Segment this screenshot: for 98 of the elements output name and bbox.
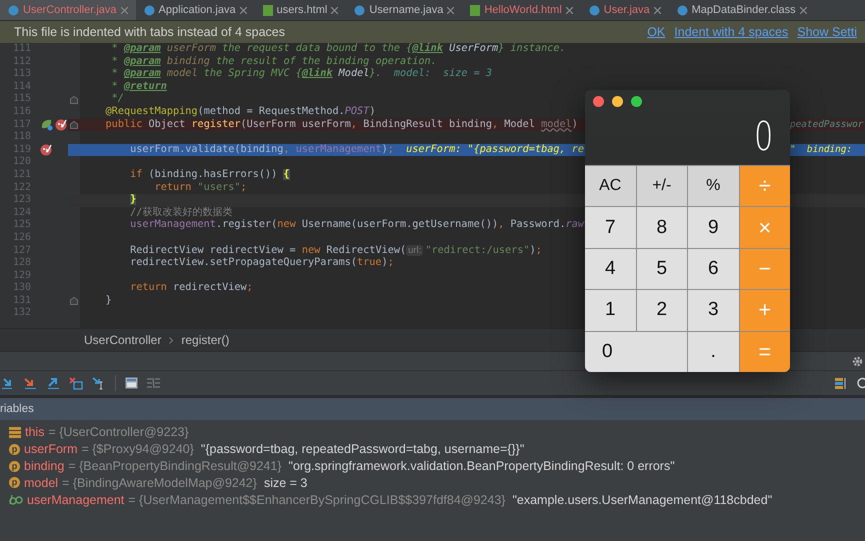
close-icon[interactable] [240,6,247,14]
variable-name[interactable]: userManagement [27,492,124,507]
close-icon[interactable] [800,6,807,14]
code-line: * @param userForm the request data bound to the {@link UserForm} instance. [110,43,566,54]
calculator-key[interactable]: % [688,166,738,206]
variable-type: = {UserManagement$$EnhancerBySpringCGLIB$$397fdf84@9243} [128,492,506,507]
class-icon [354,4,366,16]
variable-type: = {BindingAwareModelMap@9242} [62,476,257,490]
panel-title[interactable]: riables [0,403,34,416]
list-icon[interactable] [147,377,160,390]
editor-tab[interactable]: HelloWorld.html [462,0,581,20]
calculator-key[interactable]: 4 [585,248,636,290]
calculator-icon[interactable] [125,377,138,390]
notification-link[interactable]: OK [647,25,666,39]
breakpoint-icon[interactable] [40,144,52,156]
close-icon[interactable] [654,6,661,14]
class-icon [144,4,155,16]
variable-type: = {UserController@9223} [48,425,189,440]
fold-icon[interactable] [70,96,78,104]
parameter-badge: p [9,444,20,455]
editor-tab[interactable]: users.html [254,0,346,20]
class-icon [676,4,688,16]
arrow-down-icon[interactable] [23,377,37,390]
notification-link[interactable]: Indent with 4 spaces [674,25,788,39]
code-line: */ [110,93,124,104]
fields-icon [9,426,21,438]
inline-value-hint: " binding: [790,144,854,156]
code-line: if (binding.hasErrors()) { [129,168,290,180]
variable-type: = {BeanPropertyBindingResult@9241} [68,459,282,474]
editor-tab[interactable]: User.java [580,0,669,20]
code-line: * @return [110,80,167,92]
arrow-down-icon[interactable] [2,377,14,390]
code-line: userForm.validate(binding, userManagement); userForm: "{password=tbag, re [129,144,584,155]
variable-name[interactable]: this [25,425,44,440]
window-close-button[interactable] [593,96,604,107]
class-icon [8,4,19,16]
variable-value: size = 3 [264,476,308,490]
breadcrumb-item[interactable]: register() [181,333,230,348]
fold-icon[interactable] [70,297,78,306]
code-line: } [104,294,112,306]
calculator-key[interactable]: 7 [585,207,636,248]
calculator-key[interactable]: +/- [636,166,687,206]
breakpoint-icon[interactable] [55,118,67,131]
fold-icon[interactable] [70,120,78,129]
arrow-up-icon[interactable] [46,377,60,390]
layers-icon[interactable] [834,376,847,390]
calculator-key[interactable]: 0 [585,332,687,372]
code-line: RedirectView redirectView = new RedirectView( url: "redirect:/users"); [129,244,542,256]
window-zoom-button[interactable] [631,96,642,107]
calculator-key[interactable]: AC [585,166,636,206]
close-icon[interactable] [566,6,573,14]
calculator-key[interactable]: 1 [585,290,636,331]
html-file-icon [470,4,480,16]
close-icon[interactable] [331,6,338,14]
variable-name[interactable]: model [24,476,58,490]
calculator-key[interactable]: 3 [688,290,738,331]
code-line: userManagement.register(new Username(userForm.getUsername()), Password.raw [129,219,584,230]
window-minimize-button[interactable] [612,96,623,107]
parameter-badge: p [9,460,20,472]
search-icon[interactable] [856,376,865,390]
calculator-key[interactable]: 8 [636,207,687,248]
calculator-key[interactable]: 2 [636,290,687,331]
html-file-icon [262,4,273,16]
calculator-key[interactable]: 5 [636,248,687,290]
glasses-icon [9,494,23,506]
cross-icon[interactable] [69,376,83,390]
variable-name[interactable]: binding [24,459,64,474]
close-icon[interactable] [447,6,454,14]
class-icon [588,4,600,16]
calculator-key[interactable]: 9 [688,207,738,248]
close-icon[interactable] [120,6,128,14]
editor-tab[interactable]: MapDataBinder.class [668,0,815,20]
editor-tab[interactable]: Username.java [346,0,462,20]
calculator-display: 0 [754,117,773,157]
variable-value: "org.springframework.validation.BeanPropertyBindingResult: 0 errors" [288,459,675,474]
code-line: //获取改装好的数据类 [129,206,232,218]
calculator-key[interactable]: 6 [688,248,738,290]
code-line: * @param binding the result of the binding operation. [110,56,437,67]
code-line: @RequestMapping(method = RequestMethod.POST) [104,106,376,117]
breadcrumb-item[interactable]: UserController [84,333,162,348]
bean-icon[interactable] [40,118,53,132]
notification-link[interactable]: Show Setti [797,25,857,39]
variable-value: "example.users.UserManagement@118cbded" [512,492,772,507]
inline-value-hint: peatedPasswor [790,118,864,132]
settings-icon[interactable] [852,356,863,367]
notification-message: This file is indented with tabs instead of 4 spaces [14,25,286,39]
code-line: return "users"; [154,182,247,193]
chevron-icon [169,336,174,344]
variable-type: = {$Proxy94@9240} [81,442,194,456]
editor-tab[interactable]: Application.java [136,0,255,20]
variable-name[interactable]: userForm [24,442,78,456]
code-line: return redirectView; [129,282,253,294]
code-line: redirectView.setPropagateQueryParams(true); [129,257,394,268]
parameter-badge: p [9,477,20,488]
variable-value: "{password=tbag, repeatedPassword=tabg, username={}}" [200,442,524,456]
calculator-key[interactable]: . [688,332,738,372]
code-line: * @param model the Spring MVC {@link Model}. model: size = 3 [110,68,492,80]
code-line: public Object register(UserForm userForm, BindingResult binding, Model model) [104,118,578,130]
